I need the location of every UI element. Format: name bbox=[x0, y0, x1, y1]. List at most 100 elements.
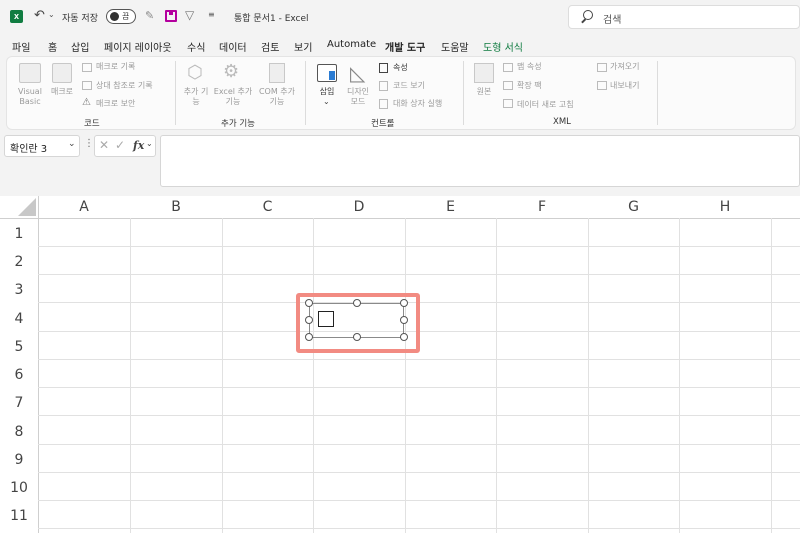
resize-handle-br[interactable] bbox=[400, 333, 408, 341]
relative-refs-button[interactable]: 상대 참조로 기록 bbox=[96, 81, 153, 91]
tab-automate[interactable]: Automate bbox=[327, 39, 376, 50]
com-addins-icon[interactable] bbox=[269, 63, 285, 83]
cancel-icon[interactable]: ✕ bbox=[99, 138, 109, 152]
name-box[interactable]: 확인란 3 ⌄ bbox=[4, 135, 80, 157]
select-all-triangle bbox=[18, 198, 36, 216]
row-header[interactable]: 7 bbox=[0, 395, 38, 411]
view-code-button[interactable]: 코드 보기 bbox=[393, 81, 425, 91]
record-macro-button[interactable]: 매크로 기록 bbox=[96, 62, 135, 72]
ribbon-separator bbox=[175, 61, 176, 125]
insert-control-button[interactable]: 삽입 bbox=[314, 87, 340, 97]
expansion-packs-icon bbox=[503, 81, 513, 90]
expansion-packs-button[interactable]: 확장 팩 bbox=[517, 81, 542, 91]
row-header[interactable]: 3 bbox=[0, 282, 38, 298]
worksheet-grid[interactable]: A B C D E F G H 1 2 3 4 5 6 7 8 9 10 11 bbox=[0, 196, 800, 533]
ribbon-separator bbox=[463, 61, 464, 125]
insert-control-icon[interactable] bbox=[317, 64, 337, 82]
grid-line bbox=[38, 359, 800, 360]
save-icon[interactable] bbox=[165, 10, 177, 22]
macro-button[interactable]: 매크로 bbox=[47, 87, 77, 97]
tab-shape-format[interactable]: 도형 서식 bbox=[483, 39, 523, 54]
row-header[interactable]: 10 bbox=[0, 480, 38, 496]
column-header[interactable]: H bbox=[679, 196, 771, 218]
column-header[interactable]: G bbox=[588, 196, 679, 218]
row-header[interactable]: 9 bbox=[0, 452, 38, 468]
grid-line bbox=[405, 218, 406, 533]
tab-review[interactable]: 검토 bbox=[261, 39, 279, 54]
column-header[interactable]: F bbox=[496, 196, 588, 218]
addins-icon[interactable]: ⬡ bbox=[187, 63, 203, 83]
autosave-toggle[interactable]: 끔 bbox=[106, 9, 136, 24]
brush-icon[interactable]: ✎ bbox=[145, 9, 154, 22]
column-header[interactable]: D bbox=[313, 196, 405, 218]
function-dropdown-icon[interactable]: ⌄ bbox=[146, 139, 153, 148]
excel-addins-icon[interactable]: ⚙ bbox=[223, 62, 239, 82]
formula-input[interactable] bbox=[160, 135, 800, 187]
formula-bar: 확인란 3 ⌄ ⋮ ✕ ✓ fx ⌄ bbox=[0, 132, 800, 192]
insert-function-icon[interactable]: fx bbox=[133, 139, 144, 152]
resize-handle-tr[interactable] bbox=[400, 299, 408, 307]
enter-icon[interactable]: ✓ bbox=[115, 138, 125, 152]
visual-basic-button[interactable]: Visual Basic bbox=[13, 87, 47, 107]
excel-addins-button[interactable]: Excel 추가 기능 bbox=[213, 87, 253, 107]
header-bottom-line bbox=[0, 218, 800, 219]
tab-view[interactable]: 보기 bbox=[294, 39, 312, 54]
row-header[interactable]: 6 bbox=[0, 367, 38, 383]
refresh-data-button[interactable]: 데이터 새로 고침 bbox=[517, 100, 574, 110]
visual-basic-icon[interactable] bbox=[19, 63, 41, 83]
checkbox-box[interactable] bbox=[318, 311, 334, 327]
ribbon-separator bbox=[657, 61, 658, 125]
tab-help[interactable]: 도움말 bbox=[441, 39, 469, 54]
column-header[interactable]: C bbox=[222, 196, 313, 218]
grid-line bbox=[313, 218, 314, 533]
resize-handle-tl[interactable] bbox=[305, 299, 313, 307]
column-header[interactable]: E bbox=[405, 196, 496, 218]
customize-toolbar-icon[interactable]: ≡ bbox=[208, 10, 215, 19]
run-dialog-icon bbox=[379, 99, 388, 109]
tab-home[interactable]: 홈 bbox=[48, 39, 57, 54]
tab-developer[interactable]: 개발 도구 bbox=[385, 39, 426, 58]
resize-handle-tm[interactable] bbox=[353, 299, 361, 307]
row-header[interactable]: 8 bbox=[0, 424, 38, 440]
design-mode-icon[interactable]: ◺ bbox=[350, 63, 365, 83]
tab-insert[interactable]: 삽입 bbox=[71, 39, 89, 54]
row-header[interactable]: 4 bbox=[0, 311, 38, 327]
tab-file[interactable]: 파일 bbox=[12, 39, 30, 54]
column-header[interactable]: B bbox=[130, 196, 222, 218]
select-all-corner[interactable] bbox=[0, 196, 38, 218]
tab-data[interactable]: 데이터 bbox=[219, 39, 247, 54]
xml-source-icon[interactable] bbox=[474, 63, 494, 83]
undo-dropdown-icon[interactable]: ⌄ bbox=[48, 10, 55, 19]
insert-dropdown-icon[interactable]: ⌄ bbox=[323, 97, 330, 106]
tab-formulas[interactable]: 수식 bbox=[187, 39, 205, 54]
row-header[interactable]: 11 bbox=[0, 508, 38, 524]
resize-handle-ml[interactable] bbox=[305, 316, 313, 324]
row-header[interactable]: 5 bbox=[0, 339, 38, 355]
xml-source-button[interactable]: 원본 bbox=[470, 87, 498, 97]
macro-security-button[interactable]: 매크로 보안 bbox=[96, 99, 135, 109]
design-mode-button[interactable]: 디자인 모드 bbox=[343, 87, 373, 107]
export-button[interactable]: 내보내기 bbox=[610, 81, 639, 91]
import-button[interactable]: 가져오기 bbox=[610, 62, 639, 72]
name-box-dropdown-icon[interactable]: ⌄ bbox=[68, 139, 76, 149]
resize-handle-bm[interactable] bbox=[353, 333, 361, 341]
search-box[interactable]: 검색 bbox=[568, 5, 800, 29]
column-header[interactable]: A bbox=[38, 196, 130, 218]
com-addins-button[interactable]: COM 추가 기능 bbox=[257, 87, 297, 107]
map-properties-button[interactable]: 맵 속성 bbox=[517, 62, 542, 72]
title-bar: x ↶ ⌄ 자동 저장 끔 ✎ ▽ ≡ 통합 문서1 - Excel 검색 bbox=[0, 0, 800, 34]
macro-icon[interactable] bbox=[52, 63, 72, 83]
group-label-controls: 컨트롤 bbox=[371, 119, 395, 129]
formula-controls: ✕ ✓ fx ⌄ bbox=[94, 135, 156, 157]
filter-icon[interactable]: ▽ bbox=[185, 8, 194, 22]
more-icon[interactable]: ⋮ bbox=[84, 138, 94, 149]
resize-handle-bl[interactable] bbox=[305, 333, 313, 341]
row-header[interactable]: 1 bbox=[0, 226, 38, 242]
row-header[interactable]: 2 bbox=[0, 254, 38, 270]
resize-handle-mr[interactable] bbox=[400, 316, 408, 324]
addins-button[interactable]: 추가 기능 bbox=[183, 87, 209, 107]
tab-page-layout[interactable]: 페이지 레이아웃 bbox=[104, 39, 172, 54]
run-dialog-button[interactable]: 대화 상자 실행 bbox=[393, 99, 442, 109]
undo-icon[interactable]: ↶ bbox=[34, 8, 45, 23]
properties-button[interactable]: 속성 bbox=[393, 63, 408, 73]
